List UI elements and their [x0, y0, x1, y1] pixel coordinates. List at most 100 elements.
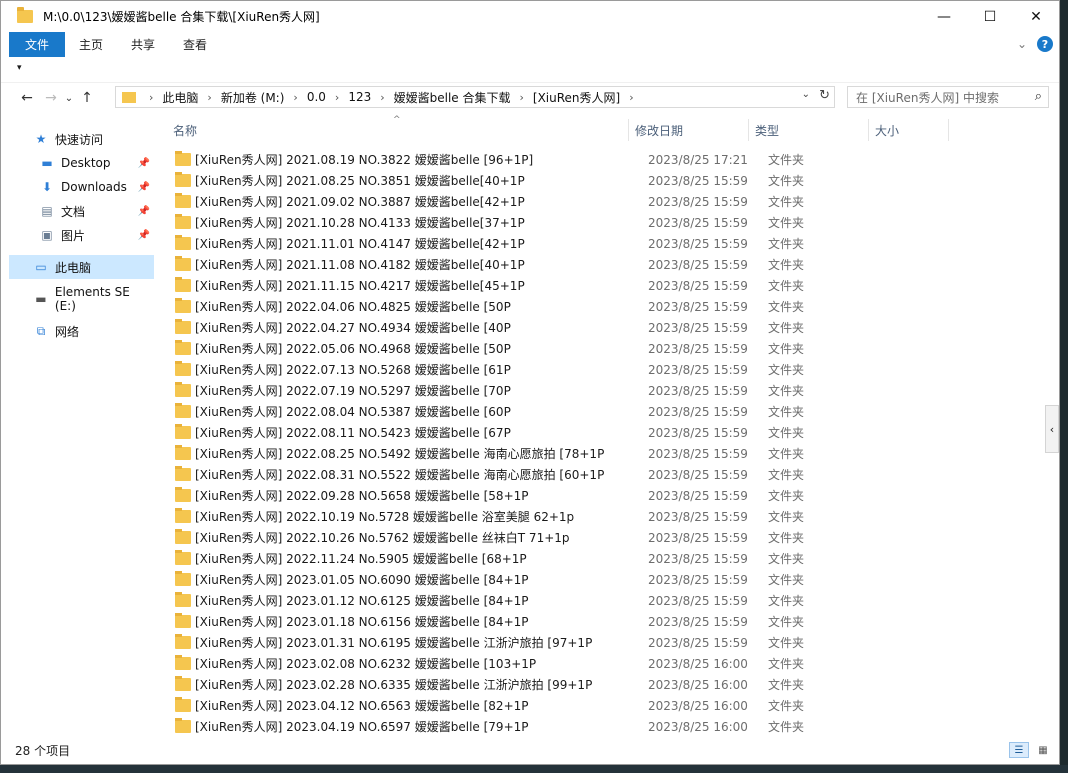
folder-icon — [175, 655, 191, 670]
breadcrumb-item[interactable]: 0.0 — [307, 90, 326, 104]
network-icon: ⧉ — [36, 323, 46, 338]
recent-locations-button[interactable]: ⌄ — [63, 93, 75, 104]
sidebar-item-pictures[interactable]: ▣ 图片 📌 — [9, 223, 154, 247]
file-modified-date: 2023/8/25 15:59 — [648, 173, 748, 188]
breadcrumb-item[interactable]: 此电脑 — [162, 89, 198, 106]
file-row[interactable]: [XiuRen秀人网] 2023.01.12 NO.6125 嫒嫒酱belle … — [159, 590, 1045, 611]
file-row[interactable]: [XiuRen秀人网] 2022.07.19 NO.5297 嫒嫒酱belle … — [159, 380, 1045, 401]
chevron-right-icon[interactable]: › — [629, 91, 633, 104]
pin-icon: 📌 — [137, 181, 150, 193]
file-row[interactable]: [XiuRen秀人网] 2021.11.08 NO.4182 嫒嫒酱belle[… — [159, 254, 1045, 275]
file-name: [XiuRen秀人网] 2023.02.28 NO.6335 嫒嫒酱belle … — [195, 678, 593, 692]
sidebar-item-downloads[interactable]: ⬇ Downloads 📌 — [9, 175, 154, 199]
breadcrumb-item[interactable]: 123 — [348, 90, 371, 104]
breadcrumb-item[interactable]: [XiuRen秀人网] — [533, 89, 620, 106]
file-modified-date: 2023/8/25 16:00 — [648, 656, 748, 671]
sidebar-item-documents[interactable]: ▤ 文档 📌 — [9, 199, 154, 223]
title-bar[interactable]: M:\0.0\123\嫒嫒酱belle 合集下载\[XiuRen秀人网] — ☐… — [1, 1, 1059, 32]
collapse-pane-button[interactable]: ‹ — [1045, 405, 1059, 453]
file-row[interactable]: [XiuRen秀人网] 2023.01.31 NO.6195 嫒嫒酱belle … — [159, 632, 1045, 653]
file-row[interactable]: [XiuRen秀人网] 2021.11.01 NO.4147 嫒嫒酱belle[… — [159, 233, 1045, 254]
file-row[interactable]: [XiuRen秀人网] 2021.11.15 NO.4217 嫒嫒酱belle[… — [159, 275, 1045, 296]
search-input[interactable]: 在 [XiuRen秀人网] 中搜索 ⌕ — [847, 86, 1049, 108]
help-icon[interactable]: ? — [1037, 36, 1053, 52]
column-headers: 名称 修改日期 类型 大小 — [159, 119, 1045, 141]
back-button[interactable]: ← — [15, 90, 39, 106]
column-header-size[interactable]: 大小 — [869, 119, 949, 141]
file-row[interactable]: [XiuRen秀人网] 2022.08.11 NO.5423 嫒嫒酱belle … — [159, 422, 1045, 443]
file-row[interactable]: [XiuRen秀人网] 2022.10.26 No.5762 嫒嫒酱belle … — [159, 527, 1045, 548]
up-button[interactable]: ↑ — [75, 90, 99, 106]
file-row[interactable]: [XiuRen秀人网] 2022.04.06 NO.4825 嫒嫒酱belle … — [159, 296, 1045, 317]
address-bar[interactable]: › 此电脑 › 新加卷 (M:) › 0.0 › 123 › 嫒嫒酱belle … — [115, 86, 835, 108]
chevron-right-icon[interactable]: › — [380, 91, 384, 104]
customize-toolbar-icon[interactable]: ▾ — [17, 63, 22, 73]
file-row[interactable]: [XiuRen秀人网] 2021.08.19 NO.3822 嫒嫒酱belle … — [159, 149, 1045, 170]
file-row[interactable]: [XiuRen秀人网] 2023.04.12 NO.6563 嫒嫒酱belle … — [159, 695, 1045, 716]
maximize-button[interactable]: ☐ — [967, 1, 1013, 32]
tab-file[interactable]: 文件 — [9, 32, 65, 57]
folder-icon — [175, 445, 191, 460]
file-row[interactable]: [XiuRen秀人网] 2023.01.05 NO.6090 嫒嫒酱belle … — [159, 569, 1045, 590]
column-header-type[interactable]: 类型 — [749, 119, 869, 141]
sidebar-item-this-pc[interactable]: ▭ 此电脑 — [9, 255, 154, 279]
file-type: 文件夹 — [768, 342, 805, 356]
forward-button[interactable]: → — [39, 90, 63, 106]
tab-view[interactable]: 查看 — [169, 32, 221, 57]
navigation-bar: ← → ⌄ ↑ › 此电脑 › 新加卷 (M:) › 0.0 › 123 › 嫒… — [1, 83, 1059, 113]
file-row[interactable]: [XiuRen秀人网] 2021.08.25 NO.3851 嫒嫒酱belle[… — [159, 170, 1045, 191]
sidebar-item-label: Desktop — [61, 156, 111, 170]
tab-home[interactable]: 主页 — [65, 32, 117, 57]
ribbon-expand-icon[interactable]: ⌄ — [1017, 37, 1027, 51]
sidebar-item-label: 此电脑 — [55, 260, 92, 275]
minimize-button[interactable]: — — [921, 1, 967, 32]
sidebar-item-label: 图片 — [61, 228, 86, 243]
file-row[interactable]: [XiuRen秀人网] 2022.07.13 NO.5268 嫒嫒酱belle … — [159, 359, 1045, 380]
file-name: [XiuRen秀人网] 2022.05.06 NO.4968 嫒嫒酱belle … — [195, 342, 511, 356]
file-row[interactable]: [XiuRen秀人网] 2022.08.04 NO.5387 嫒嫒酱belle … — [159, 401, 1045, 422]
file-row[interactable]: [XiuRen秀人网] 2022.04.27 NO.4934 嫒嫒酱belle … — [159, 317, 1045, 338]
breadcrumb-item[interactable]: 新加卷 (M:) — [221, 89, 285, 106]
close-button[interactable]: ✕ — [1013, 1, 1059, 32]
file-modified-date: 2023/8/25 15:59 — [648, 404, 748, 419]
file-row[interactable]: [XiuRen秀人网] 2021.09.02 NO.3887 嫒嫒酱belle[… — [159, 191, 1045, 212]
folder-icon — [175, 382, 191, 397]
column-header-date[interactable]: 修改日期 — [629, 119, 749, 141]
file-row[interactable]: [XiuRen秀人网] 2023.01.18 NO.6156 嫒嫒酱belle … — [159, 611, 1045, 632]
breadcrumb-item[interactable]: 嫒嫒酱belle 合集下载 — [394, 89, 511, 106]
picture-icon: ▣ — [41, 228, 53, 242]
sidebar-item-elements-se[interactable]: ▬ Elements SE (E:) — [9, 285, 154, 313]
folder-icon — [175, 613, 191, 628]
chevron-right-icon[interactable]: › — [293, 91, 297, 104]
file-row[interactable]: [XiuRen秀人网] 2023.04.19 NO.6597 嫒嫒酱belle … — [159, 716, 1045, 737]
file-name: [XiuRen秀人网] 2021.08.25 NO.3851 嫒嫒酱belle[… — [195, 174, 525, 188]
file-row[interactable]: [XiuRen秀人网] 2022.05.06 NO.4968 嫒嫒酱belle … — [159, 338, 1045, 359]
tiles-view-button[interactable]: ▦ — [1033, 742, 1053, 758]
refresh-icon[interactable]: ↻ — [819, 88, 830, 103]
sidebar-item-quick-access[interactable]: ★ 快速访问 — [9, 127, 154, 151]
file-row[interactable]: [XiuRen秀人网] 2021.10.28 NO.4133 嫒嫒酱belle[… — [159, 212, 1045, 233]
address-dropdown-icon[interactable]: ⌄ — [802, 89, 810, 100]
file-name: [XiuRen秀人网] 2023.04.19 NO.6597 嫒嫒酱belle … — [195, 720, 529, 734]
sidebar-item-network[interactable]: ⧉ 网络 — [9, 319, 154, 343]
tab-share[interactable]: 共享 — [117, 32, 169, 57]
chevron-right-icon[interactable]: › — [149, 91, 153, 104]
chevron-right-icon[interactable]: › — [520, 91, 524, 104]
folder-icon — [175, 235, 191, 250]
sidebar-item-desktop[interactable]: ▬ Desktop 📌 — [9, 151, 154, 175]
file-row[interactable]: [XiuRen秀人网] 2022.08.31 NO.5522 嫒嫒酱belle … — [159, 464, 1045, 485]
file-modified-date: 2023/8/25 15:59 — [648, 530, 748, 545]
chevron-right-icon[interactable]: › — [335, 91, 339, 104]
details-view-button[interactable]: ☰ — [1009, 742, 1029, 758]
file-type: 文件夹 — [768, 468, 805, 482]
file-name: [XiuRen秀人网] 2022.04.06 NO.4825 嫒嫒酱belle … — [195, 300, 511, 314]
chevron-right-icon[interactable]: › — [207, 91, 211, 104]
column-header-name[interactable]: 名称 — [159, 119, 629, 141]
file-row[interactable]: [XiuRen秀人网] 2022.09.28 NO.5658 嫒嫒酱belle … — [159, 485, 1045, 506]
file-row[interactable]: [XiuRen秀人网] 2022.10.19 No.5728 嫒嫒酱belle … — [159, 506, 1045, 527]
file-row[interactable]: [XiuRen秀人网] 2022.08.25 NO.5492 嫒嫒酱belle … — [159, 443, 1045, 464]
file-row[interactable]: [XiuRen秀人网] 2023.02.28 NO.6335 嫒嫒酱belle … — [159, 674, 1045, 695]
file-row[interactable]: [XiuRen秀人网] 2022.11.24 No.5905 嫒嫒酱belle … — [159, 548, 1045, 569]
search-icon[interactable]: ⌕ — [1035, 89, 1042, 104]
file-row[interactable]: [XiuRen秀人网] 2023.02.08 NO.6232 嫒嫒酱belle … — [159, 653, 1045, 674]
